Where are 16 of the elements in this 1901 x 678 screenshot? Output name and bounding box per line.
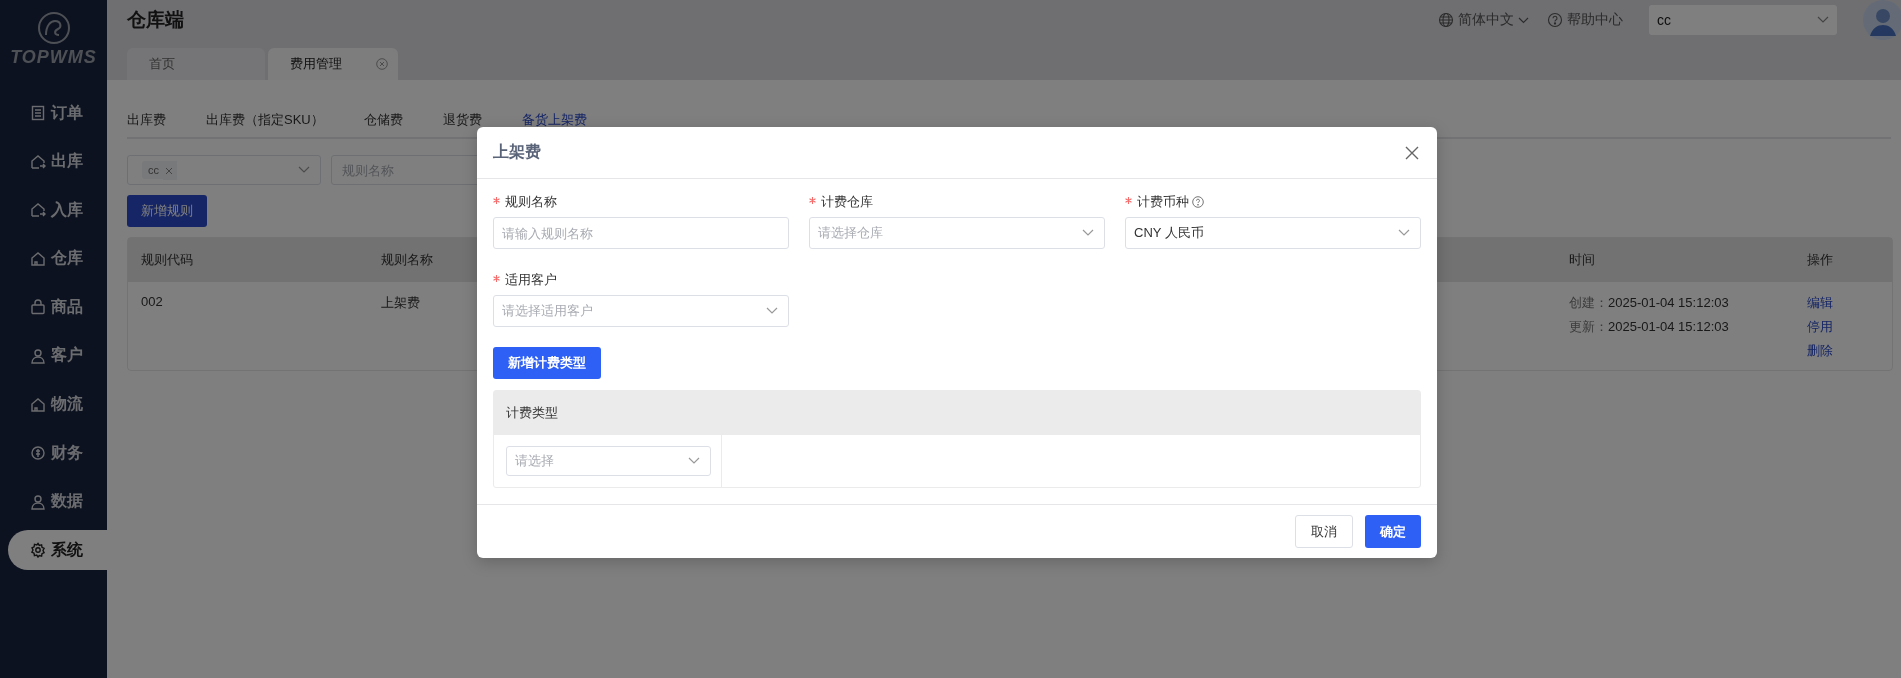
- column-header: 时间: [1568, 251, 1596, 269]
- field-label: 计费币种: [1137, 193, 1189, 211]
- logo-text: TOPWMS: [10, 47, 97, 68]
- app-title: 仓库端: [127, 8, 184, 32]
- table-cell-text: 002: [140, 294, 164, 311]
- field-label: 适用客户: [505, 271, 557, 289]
- timestamp-text: 更新：2025-01-04 15:12:03: [1569, 318, 1730, 336]
- field-label: 规则名称: [505, 193, 557, 211]
- column-header: 规则代码: [140, 251, 194, 269]
- customer-tag: cc: [142, 161, 163, 179]
- column-header: 规则名称: [380, 251, 434, 269]
- field-label: 计费仓库: [821, 193, 873, 211]
- timestamp-text: 创建：2025-01-04 15:12:03: [1569, 294, 1730, 312]
- column-header: 计费类型: [506, 404, 558, 422]
- table-cell: 上架费: [381, 295, 420, 310]
- column-header: 操作: [1806, 251, 1834, 269]
